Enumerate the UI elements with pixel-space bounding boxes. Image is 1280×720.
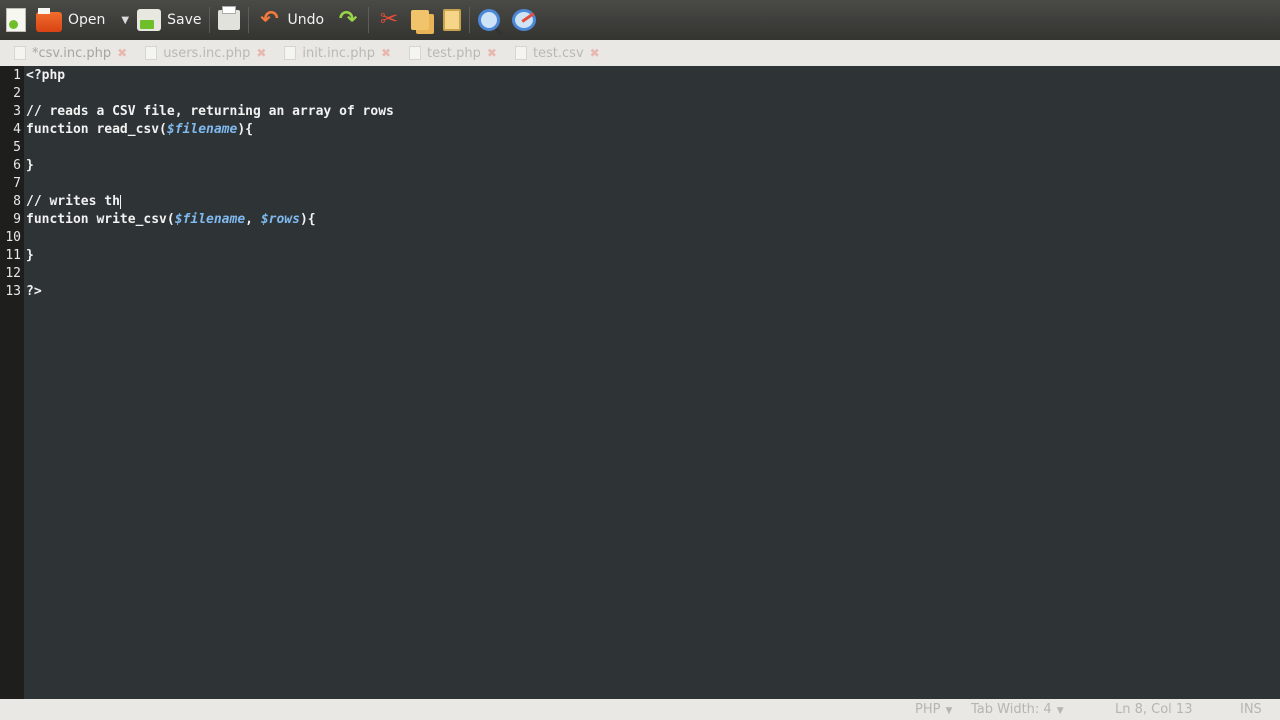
code-text: function write_csv( (26, 212, 175, 227)
code-text: // writes th (26, 194, 120, 209)
close-tab-icon[interactable]: ✖ (590, 46, 600, 60)
file-icon (145, 46, 158, 60)
toolbar-divider (248, 7, 250, 33)
toolbar-divider (209, 7, 211, 33)
toolbar-divider (368, 7, 370, 33)
printer-icon (218, 6, 241, 30)
line-number: 3 (13, 104, 21, 119)
tab-test-csv[interactable]: test.csv ✖ (507, 40, 610, 66)
tab-label: users.inc.php (163, 45, 251, 61)
magnifier-icon (478, 9, 501, 31)
code-line[interactable]: function write_csv($filename, $rows){ (26, 211, 316, 229)
tab-width-label: Tab Width: 4 (971, 702, 1052, 717)
code-variable: $filename (174, 212, 246, 227)
close-tab-icon[interactable]: ✖ (381, 46, 391, 60)
close-tab-icon[interactable]: ✖ (117, 46, 127, 60)
line-number: 1 (13, 68, 21, 83)
code-text: } (26, 158, 34, 173)
code-line[interactable]: } (26, 247, 34, 265)
line-number: 2 (13, 86, 21, 101)
language-selector[interactable]: PHP ▼ (915, 702, 952, 717)
undo-label: Undo (287, 12, 325, 28)
text-cursor (119, 194, 121, 209)
save-button[interactable]: Save (137, 4, 201, 36)
code-line[interactable]: } (26, 157, 34, 175)
undo-arrow-icon: ↶ (260, 7, 279, 32)
tab-csv-inc-php[interactable]: *csv.inc.php ✖ (6, 40, 137, 66)
chevron-down-icon: ▼ (945, 706, 953, 716)
copy-icon (411, 10, 430, 30)
toolbar-divider (469, 7, 471, 33)
line-number: 13 (5, 284, 21, 299)
code-line[interactable]: ?> (26, 283, 42, 301)
code-line[interactable]: <?php (26, 67, 65, 85)
tab-label: init.inc.php (302, 45, 375, 61)
tab-test-php[interactable]: test.php ✖ (401, 40, 507, 66)
open-button[interactable]: Open (36, 4, 105, 36)
code-text: ){ (299, 212, 316, 227)
code-text: ){ (237, 122, 253, 137)
toolbar: Open ▼ Save ↶ Undo ↷ ✂ (0, 0, 1280, 40)
chevron-down-icon: ▼ (1056, 706, 1064, 716)
tab-users-inc-php[interactable]: users.inc.php ✖ (137, 40, 276, 66)
open-label: Open (68, 12, 106, 28)
line-number: 8 (13, 194, 21, 209)
cursor-position: Ln 8, Col 13 (1115, 702, 1193, 717)
code-text: , (245, 212, 261, 227)
redo-button[interactable]: ↷ (336, 4, 360, 36)
line-number: 9 (13, 212, 21, 227)
save-icon (137, 9, 162, 31)
paste-button[interactable] (443, 4, 462, 36)
print-button[interactable] (218, 4, 241, 36)
cut-button[interactable]: ✂ (377, 4, 401, 36)
line-number: 5 (13, 140, 21, 155)
new-file-icon (6, 8, 26, 32)
save-label: Save (167, 12, 202, 28)
open-recent-dropdown-icon[interactable]: ▼ (121, 15, 129, 26)
code-text: ?> (26, 284, 42, 299)
new-file-button[interactable] (6, 4, 26, 36)
code-line[interactable]: // reads a CSV file, returning an array … (26, 103, 394, 121)
clipboard-icon (443, 9, 462, 31)
line-number: 4 (13, 122, 21, 137)
code-editor[interactable]: 1 2 3 4 5 6 7 8 9 10 11 12 13 <?php// reads a CSV fi… (0, 66, 1280, 699)
find-button[interactable] (478, 4, 501, 36)
code-text: } (26, 248, 34, 263)
tab-bar: *csv.inc.php ✖ users.inc.php ✖ init.inc.… (0, 40, 1280, 66)
file-icon (514, 46, 527, 60)
code-text: <?php (26, 68, 66, 83)
line-number: 6 (13, 158, 21, 173)
file-icon (284, 46, 297, 60)
line-number-gutter: 1 2 3 4 5 6 7 8 9 10 11 12 13 (0, 66, 24, 699)
scissors-icon: ✂ (379, 7, 399, 32)
folder-icon (36, 8, 62, 32)
file-icon (409, 46, 422, 60)
tab-label: *csv.inc.php (32, 45, 112, 61)
status-bar: PHP ▼ Tab Width: 4 ▼ Ln 8, Col 13 INS (0, 699, 1280, 720)
insert-mode: INS (1240, 702, 1262, 717)
find-replace-icon (512, 9, 537, 31)
code-variable: $rows (260, 212, 300, 227)
line-number: 7 (13, 176, 21, 191)
tab-label: test.php (427, 45, 481, 61)
code-variable: $filename (166, 122, 238, 137)
line-number: 10 (5, 230, 21, 245)
redo-arrow-icon: ↷ (338, 7, 358, 32)
copy-button[interactable] (411, 4, 430, 36)
file-icon (14, 46, 26, 60)
undo-button[interactable]: ↶ Undo (257, 4, 324, 36)
line-number: 11 (5, 248, 21, 263)
code-line[interactable]: function read_csv($filename){ (26, 121, 253, 139)
code-line[interactable]: // writes th (26, 193, 121, 211)
tab-label: test.csv (532, 45, 584, 61)
close-tab-icon[interactable]: ✖ (256, 46, 266, 60)
tab-width-selector[interactable]: Tab Width: 4 ▼ (971, 702, 1064, 717)
code-text: function read_csv( (26, 122, 167, 137)
tab-init-inc-php[interactable]: init.inc.php ✖ (276, 40, 401, 66)
line-number: 12 (5, 266, 21, 281)
close-tab-icon[interactable]: ✖ (487, 46, 497, 60)
language-label: PHP (915, 702, 941, 717)
code-text: // reads a CSV file, returning an array … (26, 104, 394, 119)
find-replace-button[interactable] (512, 4, 537, 36)
